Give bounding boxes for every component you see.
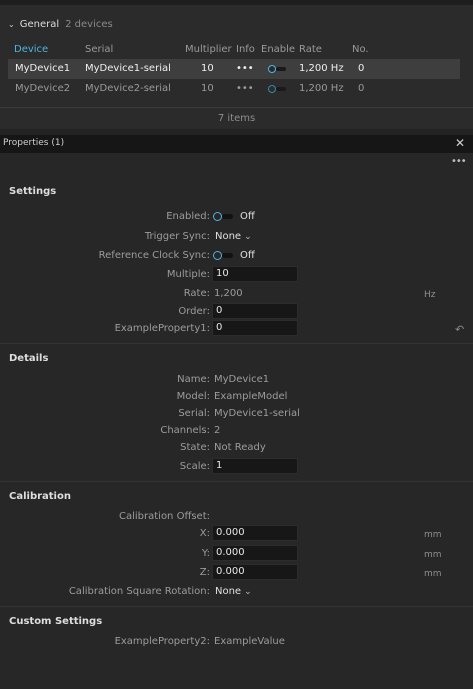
items-count: 7 items xyxy=(217,113,256,124)
section-title-calibration: Calibration xyxy=(9,491,71,502)
calibration-offset-label: Calibration Offset: xyxy=(118,511,210,522)
device-name-cell: MyDevice1 xyxy=(15,63,71,74)
offset-y-label: Y: xyxy=(201,548,210,559)
close-icon[interactable]: ✕ xyxy=(455,136,465,150)
name-label: Name: xyxy=(177,374,210,385)
state-value: Not Ready xyxy=(214,442,266,453)
offset-x-field[interactable]: 0.000 xyxy=(212,525,298,541)
model-label: Model: xyxy=(176,391,210,402)
offset-z-label: Z: xyxy=(199,567,210,578)
section-divider xyxy=(0,343,473,344)
more-info-icon[interactable]: ••• xyxy=(236,83,254,94)
reference-clock-sync-label: Reference Clock Sync: xyxy=(98,250,210,261)
number-cell: 0 xyxy=(358,83,365,94)
serial-label: Serial: xyxy=(178,408,210,419)
number-cell: 0 xyxy=(358,63,365,74)
offset-y-field[interactable]: 0.000 xyxy=(212,545,298,561)
column-header-device[interactable]: Device xyxy=(14,44,48,55)
trigger-sync-value: None xyxy=(215,231,242,242)
more-options-icon[interactable]: ••• xyxy=(451,156,467,167)
channels-label: Channels: xyxy=(160,425,210,436)
device-list-panel: ⌄ General 2 devices Device Serial Multipli… xyxy=(0,0,473,129)
example-property2-label: ExampleProperty2: xyxy=(114,636,210,647)
offset-z-unit: mm xyxy=(424,569,442,579)
group-count: 2 devices xyxy=(65,19,113,30)
device-name-cell: MyDevice2 xyxy=(15,83,71,94)
items-count-bar: 7 items xyxy=(0,107,473,129)
serial-cell: MyDevice1-serial xyxy=(85,63,171,74)
enable-toggle[interactable] xyxy=(268,65,286,73)
enabled-toggle[interactable] xyxy=(213,212,233,221)
square-rotation-dropdown[interactable]: None ⌄ xyxy=(215,586,252,597)
column-header-info[interactable]: Info xyxy=(236,44,255,55)
group-name: General xyxy=(19,19,60,30)
top-strip xyxy=(0,0,473,5)
reset-icon[interactable]: ↶ xyxy=(455,323,464,336)
multiple-field[interactable]: 10 xyxy=(212,266,298,282)
properties-header: Properties (1) ✕ xyxy=(0,135,473,153)
order-label: Order: xyxy=(178,306,210,317)
serial-cell: MyDevice2-serial xyxy=(85,83,171,94)
reference-clock-sync-value: Off xyxy=(240,250,255,261)
properties-title: Properties (1) xyxy=(3,138,65,148)
scale-label: Scale: xyxy=(179,461,210,472)
rate-unit: Hz xyxy=(424,290,436,300)
example-property1-label: ExampleProperty1: xyxy=(114,323,210,334)
offset-x-unit: mm xyxy=(424,530,442,540)
table-row[interactable]: MyDevice1 MyDevice1-serial 10 ••• 1,200 … xyxy=(8,59,460,79)
example-property2-value: ExampleValue xyxy=(214,636,285,647)
reference-clock-sync-toggle[interactable] xyxy=(213,251,233,260)
section-divider xyxy=(0,481,473,482)
example-property1-field[interactable]: 0 xyxy=(212,320,298,336)
offset-y-unit: mm xyxy=(424,550,442,560)
group-header-general[interactable]: ⌄ General 2 devices xyxy=(8,19,113,30)
column-header-serial[interactable]: Serial xyxy=(85,44,113,55)
scale-field[interactable]: 1 xyxy=(212,458,298,474)
chevron-down-icon: ⌄ xyxy=(244,587,252,597)
trigger-sync-dropdown[interactable]: None ⌄ xyxy=(215,231,252,242)
multiplier-cell[interactable]: 10 xyxy=(201,63,214,74)
square-rotation-label: Calibration Square Rotation: xyxy=(68,586,210,597)
channels-value: 2 xyxy=(214,425,221,436)
section-divider xyxy=(0,606,473,607)
square-rotation-value: None xyxy=(215,586,242,597)
enable-toggle[interactable] xyxy=(268,85,286,93)
rate-cell: 1,200 Hz xyxy=(299,83,344,94)
multiplier-cell[interactable]: 10 xyxy=(201,83,214,94)
trigger-sync-label: Trigger Sync: xyxy=(144,231,210,242)
column-header-rate[interactable]: Rate xyxy=(299,44,322,55)
table-row[interactable]: MyDevice2 MyDevice2-serial 10 ••• 1,200 … xyxy=(8,79,460,99)
offset-x-label: X: xyxy=(199,528,210,539)
state-label: State: xyxy=(180,442,210,453)
rate-value: 1,200 xyxy=(214,288,243,299)
more-info-icon[interactable]: ••• xyxy=(236,63,254,74)
section-title-custom-settings: Custom Settings xyxy=(9,616,103,627)
chevron-down-icon[interactable]: ⌄ xyxy=(8,20,15,29)
rate-label: Rate: xyxy=(183,288,210,299)
enabled-value: Off xyxy=(240,211,255,222)
rate-cell: 1,200 Hz xyxy=(299,63,344,74)
enabled-label: Enabled: xyxy=(166,211,210,222)
section-title-details: Details xyxy=(9,353,49,364)
column-header-multiplier[interactable]: Multiplier xyxy=(185,44,232,55)
multiple-label: Multiple: xyxy=(166,269,210,280)
chevron-down-icon: ⌄ xyxy=(244,232,252,242)
offset-z-field[interactable]: 0.000 xyxy=(212,564,298,580)
name-value: MyDevice1 xyxy=(214,374,270,385)
column-header-no[interactable]: No. xyxy=(352,44,369,55)
model-value: ExampleModel xyxy=(214,391,288,402)
section-title-settings: Settings xyxy=(9,186,57,197)
serial-value: MyDevice1-serial xyxy=(214,408,300,419)
order-field[interactable]: 0 xyxy=(212,303,298,319)
column-header-enable[interactable]: Enable xyxy=(261,44,295,55)
